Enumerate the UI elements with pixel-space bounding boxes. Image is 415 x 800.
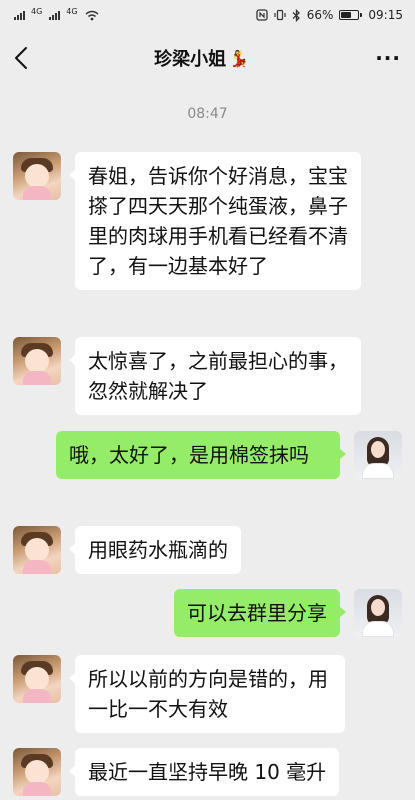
message-row: 最近一直坚持早晚 10 毫升 <box>0 748 415 796</box>
more-dots-icon[interactable]: ··· <box>375 46 401 70</box>
battery-percent: 66% <box>306 8 334 22</box>
back-button[interactable] <box>14 46 28 70</box>
battery-icon <box>339 10 363 20</box>
contact-avatar[interactable] <box>13 526 61 574</box>
status-bar: 4G 4G 66% 09:15 <box>0 0 415 30</box>
sim-signal-icon <box>49 10 61 20</box>
outgoing-message-bubble[interactable]: 可以去群里分享 <box>174 589 346 637</box>
chevron-left-icon <box>15 47 27 69</box>
chat-header: 珍梁小姐 💃 ··· <box>0 30 415 86</box>
incoming-message-bubble[interactable]: 所以以前的方向是错的，用一比一不大有效 <box>69 655 345 733</box>
chat-title: 珍梁小姐 <box>154 49 227 70</box>
message-row: 可以去群里分享 <box>0 589 415 637</box>
bluetooth-icon <box>292 8 300 22</box>
outgoing-message-bubble[interactable]: 哦，太好了，是用棉签抹吗 <box>56 431 346 479</box>
network-type-1: 4G <box>31 6 43 16</box>
message-row: 春姐，告诉你个好消息，宝宝搽了四天天那个纯蛋液，鼻子里的肉球用手机看已经看不清了… <box>0 152 415 290</box>
vibrate-icon <box>274 9 286 21</box>
contact-avatar[interactable] <box>13 748 61 796</box>
incoming-message-bubble[interactable]: 太惊喜了，之前最担心的事，忽然就解决了 <box>69 337 361 415</box>
incoming-message-bubble[interactable]: 最近一直坚持早晚 10 毫升 <box>68 748 340 796</box>
clock: 09:15 <box>368 8 403 22</box>
chat-title-group: 珍梁小姐 💃 <box>154 45 249 71</box>
message-timestamp: 08:47 <box>187 106 228 122</box>
message-row: 太惊喜了，之前最担心的事，忽然就解决了 <box>0 337 415 415</box>
network-type-2: 4G <box>66 6 78 16</box>
my-avatar[interactable] <box>354 589 402 637</box>
dancer-emoji-icon: 💃 <box>229 48 250 68</box>
message-row: 用眼药水瓶滴的 <box>0 526 415 574</box>
incoming-message-bubble[interactable]: 用眼药水瓶滴的 <box>69 526 241 574</box>
contact-avatar[interactable] <box>13 152 61 200</box>
my-avatar[interactable] <box>354 431 402 479</box>
wifi-icon <box>85 10 99 20</box>
message-row: 哦，太好了，是用棉签抹吗 <box>0 431 415 479</box>
sim-signal-icon <box>14 10 25 20</box>
contact-avatar[interactable] <box>13 655 61 703</box>
nfc-icon <box>256 9 268 21</box>
contact-avatar[interactable] <box>13 337 61 385</box>
message-row: 所以以前的方向是错的，用一比一不大有效 <box>0 655 415 733</box>
incoming-message-bubble[interactable]: 春姐，告诉你个好消息，宝宝搽了四天天那个纯蛋液，鼻子里的肉球用手机看已经看不清了… <box>69 152 361 290</box>
